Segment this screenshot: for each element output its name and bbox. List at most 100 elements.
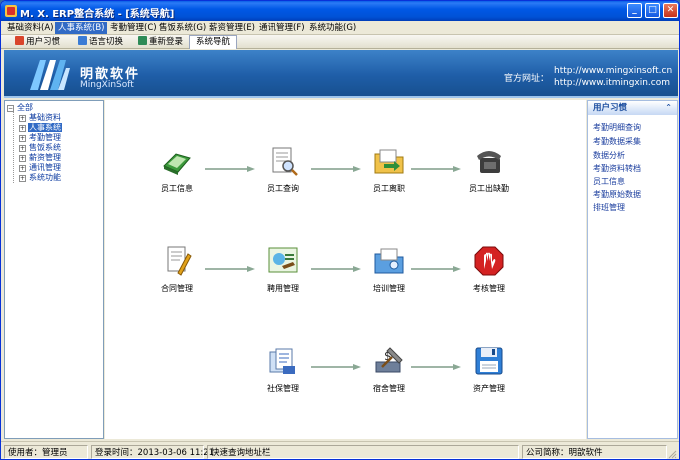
language-switch-button[interactable]: 语言切换 bbox=[78, 36, 123, 48]
link-data-analysis[interactable]: 数据分析 bbox=[593, 150, 625, 161]
minimize-button[interactable]: _ bbox=[627, 3, 642, 18]
resize-grip-icon[interactable] bbox=[667, 449, 677, 459]
flow-arrow bbox=[311, 166, 361, 172]
maximize-button[interactable]: □ bbox=[645, 3, 660, 18]
document-search-icon bbox=[272, 147, 298, 176]
tree-item-label: 系统功能 bbox=[29, 173, 61, 182]
official-site-label: 官方网址： bbox=[504, 74, 550, 84]
expand-icon[interactable]: + bbox=[19, 155, 26, 162]
flow-arrow bbox=[311, 364, 361, 370]
menu-hr-system[interactable]: 人事系统(B) bbox=[55, 22, 108, 34]
link-attendance-detail[interactable]: 考勤明细查询 bbox=[593, 122, 641, 133]
folder-arrow-icon bbox=[374, 149, 404, 174]
tree-item-system[interactable]: + 系统功能 bbox=[19, 173, 62, 183]
panel-header[interactable]: 用户习惯 ⌃ bbox=[588, 101, 677, 115]
panel-title: 用户习惯 bbox=[593, 103, 628, 113]
relogin-button[interactable]: 重新登录 bbox=[138, 36, 183, 48]
collapse-icon[interactable]: − bbox=[7, 105, 14, 112]
status-login-time: 登录时间：2013-03-06 11:21 bbox=[91, 445, 214, 459]
node-caption: 员工查询 bbox=[267, 184, 299, 193]
title-bar[interactable]: M. X. ERP整合系统 - [系统导航] _ □ ✕ bbox=[1, 1, 679, 21]
contract-pen-icon bbox=[167, 246, 192, 276]
tree-item-label: 人事系统 bbox=[28, 123, 62, 132]
menu-communication[interactable]: 通讯管理(F) bbox=[256, 22, 308, 34]
official-url-1[interactable]: http://www.mingxinsoft.cn bbox=[554, 66, 672, 76]
node-caption: 员工信息 bbox=[161, 184, 193, 193]
expand-icon[interactable]: + bbox=[19, 145, 26, 152]
node-training-management[interactable]: 培训管理 bbox=[359, 244, 419, 294]
tree-item-basic-data[interactable]: + 基础资料 bbox=[19, 113, 62, 123]
tab-system-navigation[interactable]: 系统导航 bbox=[189, 35, 238, 49]
flow-arrow bbox=[205, 166, 255, 172]
flow-arrow bbox=[411, 166, 461, 172]
tree-root[interactable]: − 全部 bbox=[7, 103, 34, 113]
window-title: M. X. ERP整合系统 - [系统导航] bbox=[20, 9, 175, 20]
mingxin-logo bbox=[30, 60, 70, 90]
user-habit-label: 用户习惯 bbox=[26, 37, 61, 47]
node-caption: 合同管理 bbox=[161, 284, 193, 293]
expand-icon[interactable]: + bbox=[19, 175, 26, 182]
node-employee-resignation[interactable]: 员工离职 bbox=[359, 144, 419, 194]
expand-icon[interactable]: + bbox=[19, 125, 26, 132]
app-icon bbox=[5, 5, 17, 17]
tree-item-canteen[interactable]: + 售饭系统 bbox=[19, 143, 62, 153]
toolbar: 用户习惯 语言切换 重新登录 系统导航 bbox=[1, 35, 679, 49]
documents-stack-icon bbox=[269, 348, 295, 374]
phone-icon bbox=[477, 151, 501, 173]
dollar-hammer-icon: $ bbox=[375, 347, 403, 373]
close-button[interactable]: ✕ bbox=[663, 3, 678, 18]
menu-bar: 基础资料(A) 人事系统(B) 考勤管理(C) 售饭系统(G) 薪资管理(E) … bbox=[1, 21, 679, 35]
expand-icon[interactable]: + bbox=[19, 115, 26, 122]
status-user: 使用者：管理员 bbox=[4, 445, 88, 459]
user-habit-button[interactable]: 用户习惯 bbox=[15, 36, 60, 48]
link-shift-management[interactable]: 排班管理 bbox=[593, 202, 625, 213]
status-company: 公司简称：明歆软件 bbox=[522, 445, 667, 459]
node-employee-query[interactable]: 员工查询 bbox=[253, 144, 313, 194]
link-attendance-raw[interactable]: 考勤原始数据 bbox=[593, 189, 641, 200]
node-hiring-management[interactable]: 聘用管理 bbox=[253, 244, 313, 294]
node-contract-management[interactable]: 合同管理 bbox=[147, 244, 207, 294]
tree-item-label: 基础资料 bbox=[29, 113, 61, 122]
navigation-canvas: 员工信息 员工查询 员工离职 员工出缺勤 合同管理 聘用管理 培训管理 考核管理… bbox=[105, 100, 586, 439]
node-employee-attendance[interactable]: 员工出缺勤 bbox=[459, 144, 519, 194]
app-window: M. X. ERP整合系统 - [系统导航] _ □ ✕ 基础资料(A) 人事系… bbox=[0, 0, 680, 460]
node-dormitory-management[interactable]: $ 宿舍管理 bbox=[359, 344, 419, 394]
stop-hand-icon bbox=[474, 246, 504, 276]
relogin-label: 重新登录 bbox=[149, 37, 184, 47]
tree-item-hr-system[interactable]: + 人事系统 bbox=[19, 123, 62, 133]
link-attendance-archive[interactable]: 考勤资料转档 bbox=[593, 163, 641, 174]
node-caption: 员工出缺勤 bbox=[469, 184, 509, 193]
official-url-2[interactable]: http://www.itmingxin.com bbox=[554, 78, 670, 88]
status-bar: 使用者：管理员 登录时间：2013-03-06 11:21 快速查询地址栏 公司… bbox=[1, 441, 679, 459]
tree-item-label: 售饭系统 bbox=[29, 143, 61, 152]
module-tree: − 全部 + 基础资料 + 人事系统 + 考勤管理 + 售饭系统 + 薪资管理 + 通讯管理 … bbox=[4, 100, 104, 439]
menu-attendance[interactable]: 考勤管理(C) bbox=[107, 22, 160, 34]
link-attendance-collect[interactable]: 考勤数据采集 bbox=[593, 136, 641, 147]
hiring-chart-icon bbox=[268, 247, 298, 273]
menu-basic-data[interactable]: 基础资料(A) bbox=[4, 22, 56, 34]
tree-root-label: 全部 bbox=[17, 103, 33, 112]
floppy-disk-icon bbox=[475, 347, 503, 375]
flow-arrow bbox=[411, 364, 461, 370]
expand-icon[interactable]: + bbox=[19, 165, 26, 172]
node-asset-management[interactable]: 资产管理 bbox=[459, 344, 519, 394]
tree-item-salary[interactable]: + 薪资管理 bbox=[19, 153, 62, 163]
menu-canteen[interactable]: 售饭系统(G) bbox=[156, 22, 209, 34]
user-habit-panel: 用户习惯 ⌃ 考勤明细查询 考勤数据采集 数据分析 考勤资料转档 员工信息 考勤… bbox=[587, 100, 678, 439]
tree-item-communication[interactable]: + 通讯管理 bbox=[19, 163, 62, 173]
chevron-up-double-icon[interactable]: ⌃ bbox=[665, 101, 672, 115]
expand-icon[interactable]: + bbox=[19, 135, 26, 142]
node-assessment-management[interactable]: 考核管理 bbox=[459, 244, 519, 294]
node-caption: 培训管理 bbox=[373, 284, 405, 293]
node-social-security[interactable]: 社保管理 bbox=[253, 344, 313, 394]
menu-salary[interactable]: 薪资管理(E) bbox=[206, 22, 258, 34]
language-label: 语言切换 bbox=[89, 37, 124, 47]
node-caption: 宿舍管理 bbox=[373, 384, 405, 393]
quick-query-address-bar[interactable]: 快速查询地址栏 bbox=[207, 445, 519, 459]
node-employee-info[interactable]: 员工信息 bbox=[147, 144, 207, 194]
link-employee-info[interactable]: 员工信息 bbox=[593, 176, 625, 187]
menu-system[interactable]: 系统功能(G) bbox=[306, 22, 359, 34]
node-caption: 资产管理 bbox=[473, 384, 505, 393]
tree-item-attendance[interactable]: + 考勤管理 bbox=[19, 133, 62, 143]
book-icon bbox=[163, 153, 191, 175]
